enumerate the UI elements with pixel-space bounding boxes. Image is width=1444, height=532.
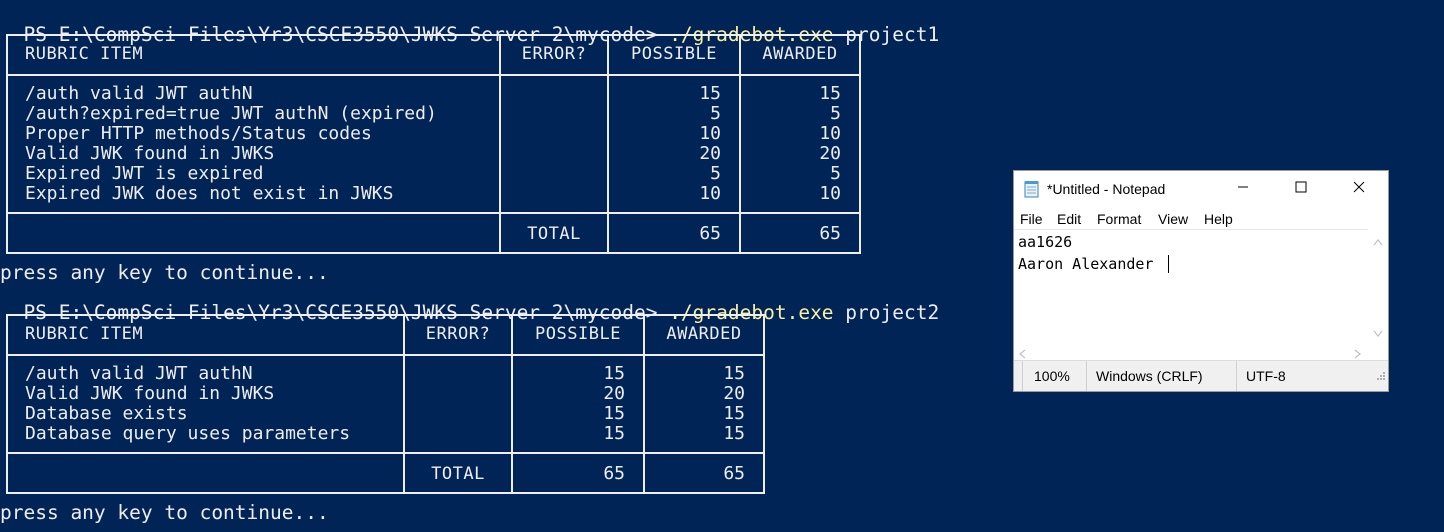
vertical-scrollbar[interactable]: [1368, 229, 1388, 347]
table-row-possible: 20: [699, 143, 721, 164]
close-icon: [1353, 180, 1365, 198]
divider: [8, 74, 859, 76]
rubric-table-project2: RUBRIC ITEM ERROR? POSSIBLE AWARDED /aut…: [6, 314, 765, 494]
text-editor[interactable]: aa1626 Aaron Alexander: [1014, 229, 1368, 348]
maximize-icon: [1295, 180, 1307, 198]
minimize-icon: [1237, 180, 1249, 198]
menu-bar: File Edit Format View Help: [1014, 207, 1388, 229]
menu-view[interactable]: View: [1158, 210, 1188, 228]
total-possible: 65: [603, 463, 625, 484]
header-error: ERROR?: [521, 44, 587, 64]
table-row-possible: 20: [603, 383, 625, 404]
maximize-button[interactable]: [1272, 171, 1330, 207]
table-row-possible: 5: [710, 163, 721, 184]
notepad-window[interactable]: *Untitled - Notepad File Edit Format Vie…: [1013, 170, 1389, 392]
table-row-awarded: 5: [830, 103, 841, 124]
table-row-awarded: 15: [723, 363, 745, 384]
table-row-awarded: 15: [819, 83, 841, 104]
divider: [1086, 361, 1087, 391]
header-possible: POSSIBLE: [631, 44, 717, 64]
divider: [499, 36, 501, 252]
total-possible: 65: [699, 223, 721, 244]
total-label: TOTAL: [527, 224, 581, 244]
table-row-possible: 15: [603, 403, 625, 424]
table-row-item: Valid JWK found in JWKS: [25, 143, 275, 164]
command-line-project2: PS E:\CompSci Files\Yr3\CSCE3550\JWKS Se…: [0, 283, 939, 323]
table-row-awarded: 10: [819, 123, 841, 144]
header-rubric-item: RUBRIC ITEM: [25, 44, 144, 64]
horizontal-scrollbar[interactable]: [1014, 343, 1368, 361]
table-row-item: /auth valid JWT authN: [25, 83, 253, 104]
header-error: ERROR?: [425, 324, 491, 344]
total-awarded: 65: [723, 463, 745, 484]
scroll-up-icon[interactable]: [1373, 233, 1383, 251]
continue-prompt: press any key to continue...: [0, 501, 329, 524]
divider: [8, 452, 763, 454]
divider: [1236, 361, 1237, 391]
table-row-possible: 15: [603, 423, 625, 444]
total-label: TOTAL: [431, 464, 485, 484]
table-row-possible: 10: [699, 183, 721, 204]
table-row-possible: 15: [603, 363, 625, 384]
table-row-awarded: 20: [819, 143, 841, 164]
divider: [1022, 361, 1023, 391]
status-line-ending: Windows (CRLF): [1096, 368, 1203, 384]
table-row-possible: 10: [699, 123, 721, 144]
text-caret: [1168, 255, 1169, 273]
table-row-item: /auth valid JWT authN: [25, 363, 253, 384]
menu-format[interactable]: Format: [1097, 210, 1141, 228]
header-awarded: AWARDED: [666, 324, 742, 344]
resize-grip-icon[interactable]: [1376, 367, 1386, 389]
menu-help[interactable]: Help: [1204, 210, 1233, 228]
menu-file[interactable]: File: [1020, 210, 1043, 228]
menu-edit[interactable]: Edit: [1057, 210, 1081, 228]
table-row-item: Database exists: [25, 403, 188, 424]
total-awarded: 65: [819, 223, 841, 244]
text-line: aa1626: [1018, 233, 1073, 251]
table-row-possible: 5: [710, 103, 721, 124]
table-row-item: Expired JWK does not exist in JWKS: [25, 183, 394, 204]
table-row-awarded: 5: [830, 163, 841, 184]
table-row-item: Expired JWT is expired: [25, 163, 264, 184]
title-bar[interactable]: *Untitled - Notepad: [1014, 171, 1388, 207]
status-zoom: 100%: [1034, 368, 1070, 384]
table-row-item: Valid JWK found in JWKS: [25, 383, 275, 404]
status-bar: 100% Windows (CRLF) UTF-8: [1014, 360, 1388, 391]
status-encoding: UTF-8: [1246, 368, 1286, 384]
window-title: *Untitled - Notepad: [1047, 181, 1166, 197]
table-row-awarded: 20: [723, 383, 745, 404]
table-row-awarded: 10: [819, 183, 841, 204]
rubric-table-project1: RUBRIC ITEM ERROR? POSSIBLE AWARDED /aut…: [6, 34, 861, 254]
command-arg: project2: [833, 301, 940, 324]
table-row-awarded: 15: [723, 423, 745, 444]
continue-prompt: press any key to continue...: [0, 261, 329, 284]
table-row-item: /auth?expired=true JWT authN (expired): [25, 103, 437, 124]
command-line-project1: PS E:\CompSci Files\Yr3\CSCE3550\JWKS Se…: [0, 5, 939, 45]
header-possible: POSSIBLE: [535, 324, 621, 344]
scroll-down-icon[interactable]: [1373, 325, 1383, 343]
text-line: Aaron Alexander: [1018, 255, 1154, 273]
table-row-item: Database query uses parameters: [25, 423, 351, 444]
divider: [8, 354, 763, 356]
close-button[interactable]: [1330, 171, 1388, 207]
table-row-possible: 15: [699, 83, 721, 104]
header-rubric-item: RUBRIC ITEM: [25, 324, 144, 344]
table-row-item: Proper HTTP methods/Status codes: [25, 123, 372, 144]
table-row-awarded: 15: [723, 403, 745, 424]
minimize-button[interactable]: [1214, 171, 1272, 207]
notepad-icon: [1024, 180, 1040, 198]
header-awarded: AWARDED: [762, 44, 838, 64]
divider: [8, 212, 859, 214]
